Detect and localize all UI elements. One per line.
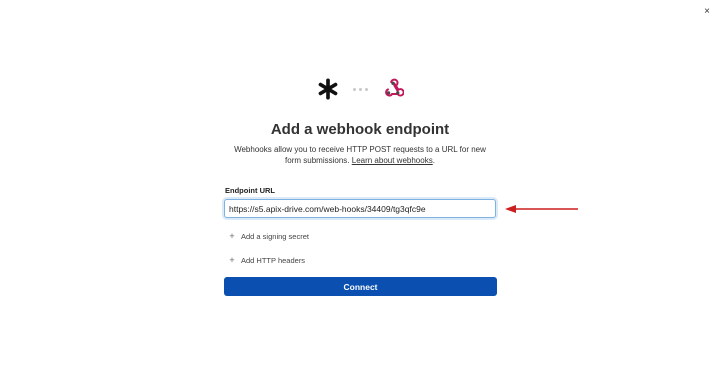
dialog-title: Add a webhook endpoint [270,121,450,138]
integration-logos [0,78,720,100]
learn-about-webhooks-link[interactable]: Learn about webhooks [352,156,433,165]
dialog-description: Webhooks allow you to receive HTTP POST … [228,144,492,166]
add-signing-secret-label: Add a signing secret [241,231,309,241]
add-http-headers-label: Add HTTP headers [241,255,306,265]
add-http-headers-button[interactable]: + Add HTTP headers [229,255,305,265]
close-icon[interactable]: × [700,4,714,18]
endpoint-url-label: Endpoint URL [225,186,275,195]
asterisk-logo-icon [318,78,337,100]
plus-icon: + [229,231,235,241]
webhook-icon [384,78,404,97]
annotation-arrow-icon [505,205,578,213]
add-signing-secret-button[interactable]: + Add a signing secret [229,231,309,241]
description-period: . [432,156,435,165]
dots-connector [352,87,368,91]
connect-button[interactable]: Connect [224,277,497,296]
plus-icon: + [229,255,235,265]
endpoint-url-input[interactable] [224,199,496,218]
